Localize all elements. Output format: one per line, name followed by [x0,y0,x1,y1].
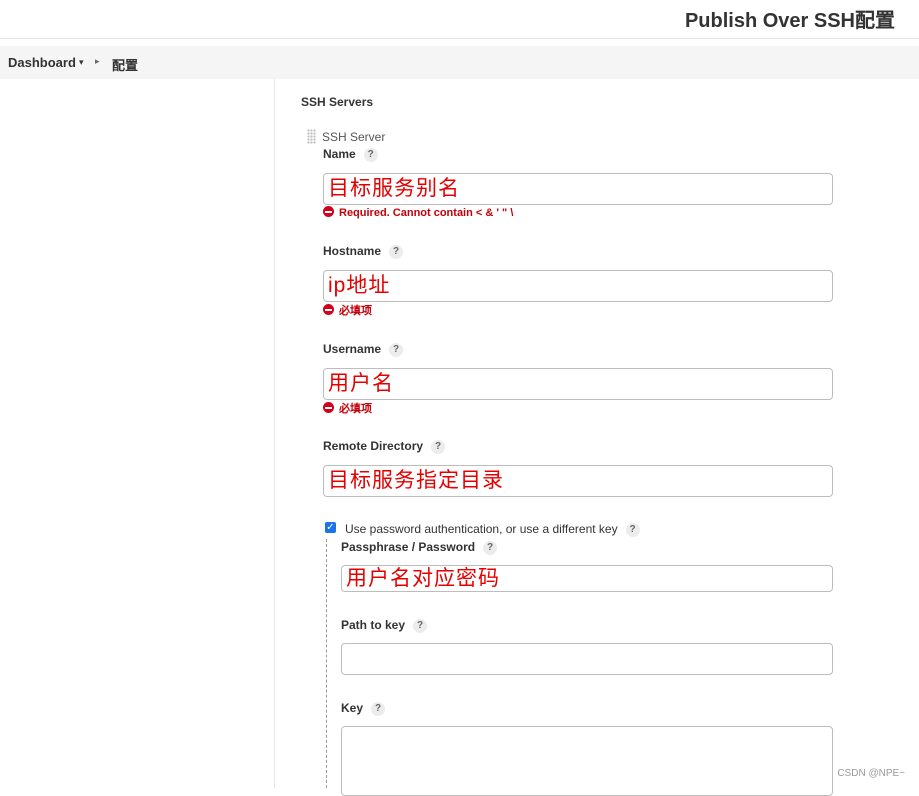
top-header: Publish Over SSH配置 [0,0,919,39]
username-label-text: Username [323,342,382,356]
chevron-right-icon: ▸ [95,56,100,66]
help-icon[interactable]: ? [389,244,404,259]
hostname-input-value: ip地址 [328,274,391,297]
key-label-text: Key [341,701,364,715]
drag-handle-icon[interactable] [307,129,316,144]
passphrase-input-value: 用户名对应密码 [346,567,500,590]
name-label: Name? [323,147,378,162]
nested-options-guide [326,539,327,788]
remote-directory-input-value: 目标服务指定目录 [328,469,504,492]
remote-directory-input[interactable]: 目标服务指定目录 [323,465,833,497]
use-password-auth-label-text: Use password authentication, or use a di… [345,522,618,536]
hostname-input[interactable]: ip地址 [323,270,833,302]
breadcrumb: Dashboard ▾ ▸ 配置 [0,46,919,79]
help-icon[interactable]: ? [625,522,640,537]
page-title: Publish Over SSH配置 [684,10,895,32]
hostname-label: Hostname? [323,244,404,259]
error-icon [323,402,334,413]
help-icon[interactable]: ? [431,439,446,454]
remote-directory-label: Remote Directory? [323,439,446,454]
name-error-text: Required. Cannot contain < & ' " \ [339,207,514,219]
passphrase-label-text: Passphrase / Password [341,540,476,554]
remote-directory-label-text: Remote Directory [323,439,424,453]
name-error: Required. Cannot contain < & ' " \ [323,206,513,219]
use-password-auth-checkbox[interactable]: ✓ [325,522,336,533]
username-input-value: 用户名 [328,372,394,395]
key-label: Key? [341,701,386,716]
name-input[interactable]: 目标服务别名 [323,173,833,205]
watermark: CSDN @NPE~ [837,768,905,779]
help-icon[interactable]: ? [363,147,378,162]
username-error: 必填项 [323,400,372,416]
ssh-server-title: SSH Server [322,130,386,144]
chevron-down-icon[interactable]: ▾ [79,57,84,68]
breadcrumb-dashboard[interactable]: Dashboard [8,55,76,70]
username-input[interactable]: 用户名 [323,368,833,400]
section-title-ssh-servers: SSH Servers [301,95,374,109]
use-password-auth-label[interactable]: Use password authentication, or use a di… [345,522,640,537]
key-textarea[interactable] [341,726,833,796]
passphrase-input[interactable]: 用户名对应密码 [341,565,833,592]
username-label: Username? [323,342,404,357]
path-to-key-label-text: Path to key [341,618,406,632]
name-label-text: Name [323,147,356,161]
hostname-label-text: Hostname [323,244,382,258]
error-icon [323,304,334,315]
name-input-value: 目标服务别名 [328,177,460,200]
path-to-key-label: Path to key? [341,618,428,633]
help-icon[interactable]: ? [413,618,428,633]
breadcrumb-config[interactable]: 配置 [112,55,138,74]
hostname-error-text: 必填项 [339,305,372,317]
sidebar-divider [274,79,275,788]
passphrase-label: Passphrase / Password? [341,540,498,555]
help-icon[interactable]: ? [389,342,404,357]
help-icon[interactable]: ? [371,701,386,716]
username-error-text: 必填项 [339,403,372,415]
error-icon [323,206,334,217]
hostname-error: 必填项 [323,302,372,318]
help-icon[interactable]: ? [483,540,498,555]
path-to-key-input[interactable] [341,643,833,675]
